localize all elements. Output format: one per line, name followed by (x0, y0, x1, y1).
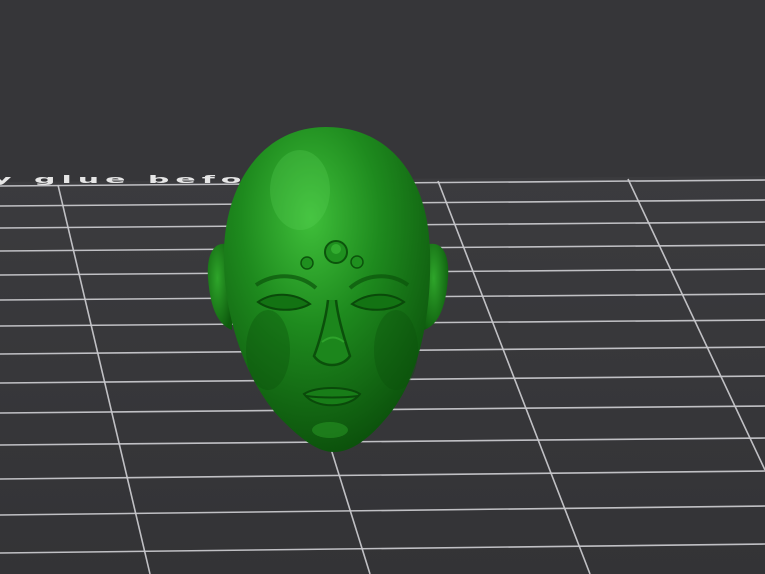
head-top-highlight (270, 150, 330, 230)
forehead-ornament-highlight (331, 244, 341, 254)
left-ornament-dot (300, 256, 314, 270)
scene-canvas[interactable]: y glue before prin (0, 0, 765, 574)
right-ornament-dot (350, 255, 364, 269)
right-cheek-shadow (374, 310, 418, 390)
chin-highlight (312, 422, 348, 438)
left-cheek-shadow (246, 310, 290, 390)
3d-viewport[interactable]: y glue before prin (0, 0, 765, 574)
